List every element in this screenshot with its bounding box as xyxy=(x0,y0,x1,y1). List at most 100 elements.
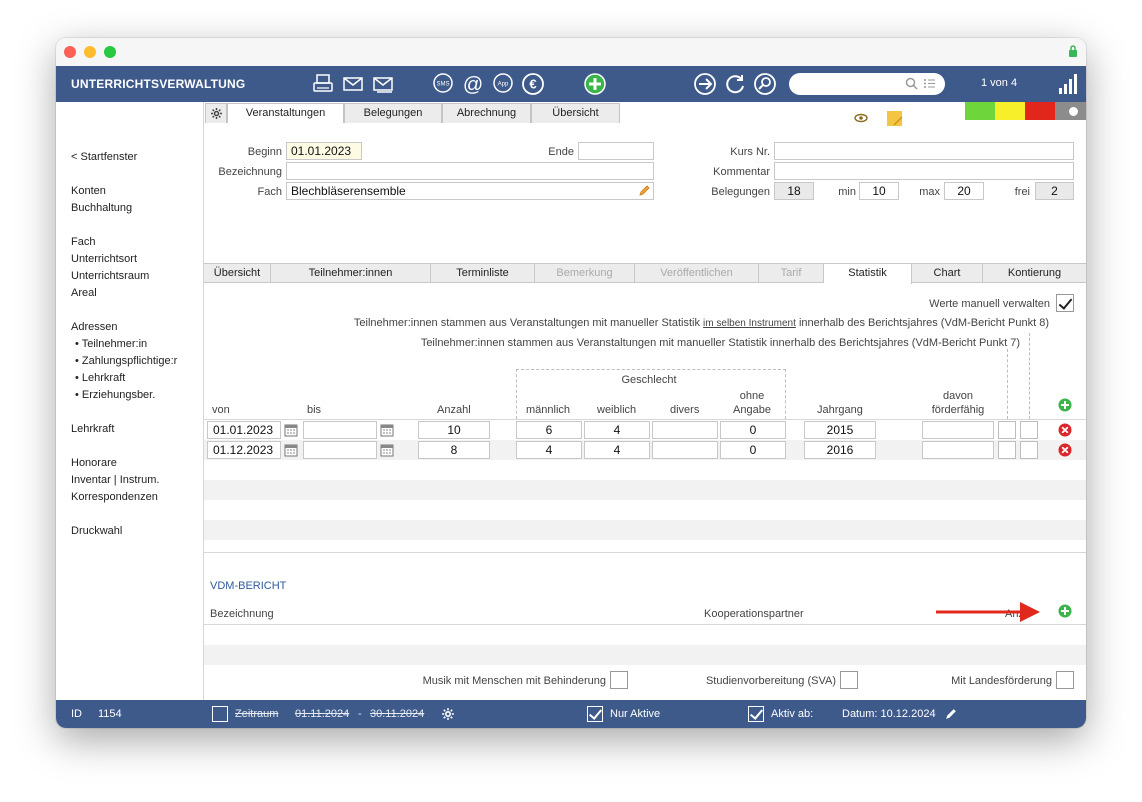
row1-von[interactable]: 01.01.2023 xyxy=(207,421,281,439)
sidebar-item-erziehungsber[interactable]: • Erziehungsber. xyxy=(75,389,155,401)
bezeichnung-field[interactable] xyxy=(286,162,654,180)
sidebar-item-areal[interactable]: Areal xyxy=(71,287,97,299)
tab-belegungen[interactable]: Belegungen xyxy=(344,103,442,123)
tab-terminliste[interactable]: Terminliste xyxy=(431,264,535,283)
status-color-strip[interactable] xyxy=(965,102,1086,120)
sidebar-item-buchhaltung[interactable]: Buchhaltung xyxy=(71,202,132,214)
row1-jahrgang[interactable]: 2015 xyxy=(804,421,876,439)
sidebar-item-unterrichtsraum[interactable]: Unterrichtsraum xyxy=(71,270,149,282)
sidebar-item-fach[interactable]: Fach xyxy=(71,236,95,248)
row2-jahrgang[interactable]: 2016 xyxy=(804,441,876,459)
sidebar-item-teilnehmer[interactable]: • Teilnehmer:in xyxy=(75,338,147,350)
sidebar-item-korrespondenzen[interactable]: Korrespondenzen xyxy=(71,491,158,503)
settings-gear-icon[interactable] xyxy=(441,707,455,721)
row2-ohne-angabe[interactable]: 0 xyxy=(720,441,786,459)
zeitraum-from[interactable]: 01.11.2024 xyxy=(295,708,349,720)
sidebar-item-konten[interactable]: Konten xyxy=(71,185,106,197)
delete-icon[interactable] xyxy=(1058,443,1072,457)
note-icon[interactable] xyxy=(886,110,904,128)
row2-extra-b[interactable] xyxy=(1020,441,1038,459)
row2-foerderfaehig[interactable] xyxy=(922,441,994,459)
calendar-icon[interactable] xyxy=(380,423,394,437)
edit-pencil-icon[interactable] xyxy=(944,707,958,721)
search-input[interactable] xyxy=(789,73,945,95)
note1-link[interactable]: im selben Instrument xyxy=(703,318,796,329)
tab-teilnehmerinnen[interactable]: Teilnehmer:innen xyxy=(271,264,431,283)
gear-icon[interactable] xyxy=(205,103,227,123)
landes-checkbox[interactable] xyxy=(1056,671,1074,689)
zoom-window-button[interactable] xyxy=(104,46,116,58)
status-color-3[interactable] xyxy=(1025,102,1055,120)
status-color-2[interactable] xyxy=(995,102,1025,120)
row2-bis[interactable] xyxy=(303,441,377,459)
printer-icon[interactable] xyxy=(311,72,335,96)
sidebar-item-startfenster[interactable]: < Startfenster xyxy=(71,151,137,163)
sidebar-item-inventar[interactable]: Inventar | Instrum. xyxy=(71,474,159,486)
tab-chart[interactable]: Chart xyxy=(912,264,983,283)
calendar-icon[interactable] xyxy=(380,443,394,457)
tab-kontierung[interactable]: Kontierung xyxy=(983,264,1086,283)
at-icon[interactable]: @ xyxy=(461,72,485,96)
sidebar-item-lehrkraft-adresse[interactable]: • Lehrkraft xyxy=(75,372,125,384)
row1-extra-a[interactable] xyxy=(998,421,1016,439)
sidebar-item-lehrkraft[interactable]: Lehrkraft xyxy=(71,423,114,435)
sidebar-item-adressen[interactable]: Adressen xyxy=(71,321,117,333)
minimize-window-button[interactable] xyxy=(84,46,96,58)
arrow-right-icon[interactable] xyxy=(693,72,717,96)
zeitraum-to[interactable]: 30.11.2024 xyxy=(370,708,424,720)
row2-maennlich[interactable]: 4 xyxy=(516,441,582,459)
calendar-icon[interactable] xyxy=(284,443,298,457)
add-row-icon[interactable] xyxy=(1058,398,1072,412)
row2-divers[interactable] xyxy=(652,441,718,459)
tab-abrechnung[interactable]: Abrechnung xyxy=(442,103,531,123)
tab-uebersicht[interactable]: Übersicht xyxy=(204,264,271,283)
close-window-button[interactable] xyxy=(64,46,76,58)
status-color-1[interactable] xyxy=(965,102,995,120)
calendar-icon[interactable] xyxy=(284,423,298,437)
min-field[interactable]: 10 xyxy=(859,182,899,200)
app-icon[interactable]: App xyxy=(491,72,515,96)
search-icon[interactable] xyxy=(753,72,777,96)
tab-veranstaltungen[interactable]: Veranstaltungen xyxy=(227,103,344,123)
row1-divers[interactable] xyxy=(652,421,718,439)
refresh-icon[interactable] xyxy=(723,72,747,96)
mail-icon[interactable] xyxy=(341,72,365,96)
pencil-icon[interactable] xyxy=(638,184,651,197)
row2-von[interactable]: 01.12.2023 xyxy=(207,441,281,459)
row1-weiblich[interactable]: 4 xyxy=(584,421,650,439)
tab-uebersicht-top[interactable]: Übersicht xyxy=(531,103,620,123)
kommentar-field[interactable] xyxy=(774,162,1074,180)
zeitraum-checkbox[interactable] xyxy=(212,706,228,722)
manual-values-checkbox[interactable] xyxy=(1056,294,1074,312)
row2-anzahl[interactable]: 8 xyxy=(418,441,490,459)
row1-maennlich[interactable]: 6 xyxy=(516,421,582,439)
kursnr-field[interactable] xyxy=(774,142,1074,160)
delete-icon[interactable] xyxy=(1058,423,1072,437)
ende-field[interactable] xyxy=(578,142,654,160)
row1-bis[interactable] xyxy=(303,421,377,439)
row1-extra-b[interactable] xyxy=(1020,421,1038,439)
list-icon[interactable] xyxy=(923,77,936,90)
tab-statistik[interactable]: Statistik xyxy=(824,264,912,284)
sidebar-item-zahlungspflichtige[interactable]: • Zahlungspflichtige:r xyxy=(75,355,177,367)
eye-icon[interactable] xyxy=(854,113,868,123)
euro-icon[interactable]: € xyxy=(521,72,545,96)
row2-weiblich[interactable]: 4 xyxy=(584,441,650,459)
fach-field[interactable]: Blechbläserensemble xyxy=(286,182,654,200)
max-field[interactable]: 20 xyxy=(944,182,984,200)
sidebar-item-unterrichtsort[interactable]: Unterrichtsort xyxy=(71,253,137,265)
sms-icon[interactable]: SMS xyxy=(431,72,455,96)
status-color-4[interactable] xyxy=(1055,102,1086,120)
sva-checkbox[interactable] xyxy=(840,671,858,689)
aktiv-ab-checkbox[interactable] xyxy=(748,706,764,722)
add-record-icon[interactable] xyxy=(583,72,607,96)
add-vdm-icon[interactable] xyxy=(1058,604,1072,618)
mail-list-icon[interactable] xyxy=(371,72,395,96)
beginn-field[interactable]: 01.01.2023 xyxy=(286,142,362,160)
row1-anzahl[interactable]: 10 xyxy=(418,421,490,439)
row1-foerderfaehig[interactable] xyxy=(922,421,994,439)
behinderung-checkbox[interactable] xyxy=(610,671,628,689)
nur-aktive-checkbox[interactable] xyxy=(587,706,603,722)
row1-ohne-angabe[interactable]: 0 xyxy=(720,421,786,439)
sidebar-item-honorare[interactable]: Honorare xyxy=(71,457,117,469)
